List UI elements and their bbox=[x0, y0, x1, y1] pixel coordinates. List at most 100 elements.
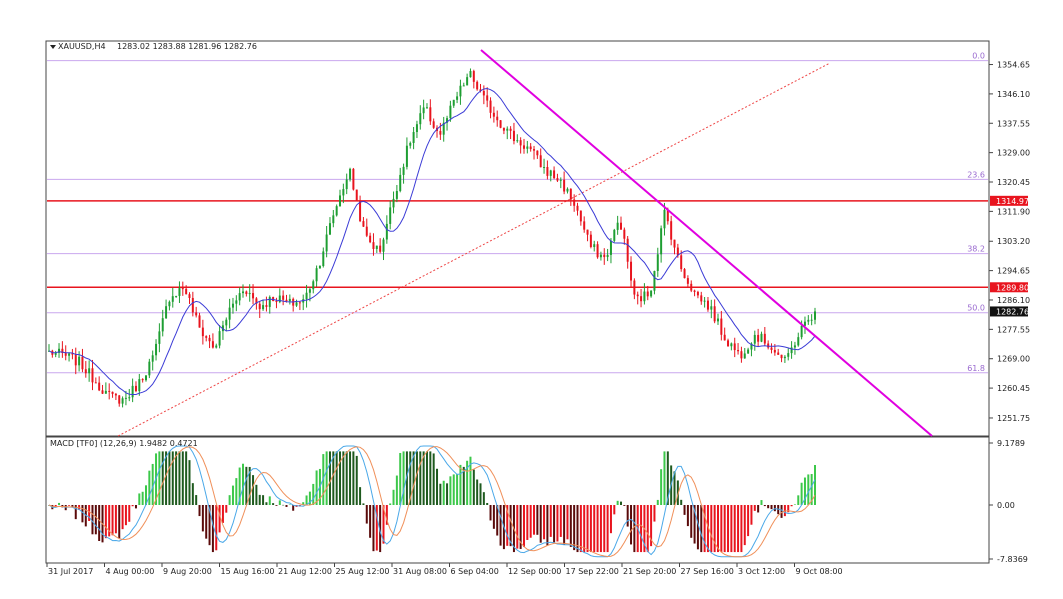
candle-body bbox=[660, 228, 663, 255]
candle-body bbox=[757, 334, 760, 342]
macd-histogram-bar bbox=[245, 466, 248, 505]
macd-histogram-bar bbox=[646, 505, 649, 553]
candle-body bbox=[566, 188, 569, 192]
candle-body bbox=[282, 295, 285, 300]
candle-body bbox=[181, 288, 184, 290]
candle-body bbox=[800, 325, 803, 338]
candle-body bbox=[339, 195, 342, 207]
candle-body bbox=[626, 238, 629, 262]
macd-histogram-bar bbox=[737, 505, 740, 553]
macd-histogram-bar bbox=[352, 451, 355, 505]
macd-histogram-bar bbox=[118, 505, 121, 539]
macd-histogram-bar bbox=[399, 452, 402, 505]
candle-body bbox=[569, 188, 572, 200]
macd-histogram-bar bbox=[138, 493, 141, 505]
candle-body bbox=[84, 369, 87, 374]
candle-body bbox=[332, 215, 335, 224]
macd-histogram-bar bbox=[195, 495, 198, 505]
macd-histogram-bar bbox=[763, 505, 766, 507]
macd-histogram-bar bbox=[499, 505, 502, 546]
candle-body bbox=[686, 278, 689, 284]
macd-histogram-bar bbox=[312, 483, 315, 505]
candle-body bbox=[165, 306, 168, 319]
candle-body bbox=[432, 121, 435, 128]
candle-body bbox=[593, 244, 596, 248]
candle-body bbox=[91, 368, 94, 383]
candle-body bbox=[553, 170, 556, 179]
candle-body bbox=[211, 341, 214, 348]
macd-histogram-bar bbox=[716, 505, 719, 553]
macd-histogram-bar bbox=[265, 502, 268, 505]
candle-body bbox=[392, 198, 395, 208]
candle-body bbox=[482, 90, 485, 96]
candle-body bbox=[586, 229, 589, 235]
macd-histogram-bar bbox=[686, 505, 689, 527]
candle-body bbox=[449, 105, 452, 119]
candle-body bbox=[365, 226, 368, 236]
macd-histogram-bar bbox=[231, 485, 234, 505]
candle-body bbox=[576, 205, 579, 211]
time-tick-label: 12 Sep 00:00 bbox=[508, 567, 561, 576]
candle-body bbox=[88, 368, 91, 374]
macd-histogram-bar bbox=[275, 505, 278, 506]
fib-level-label: 23.6 bbox=[967, 170, 985, 179]
candle-body bbox=[195, 312, 198, 316]
candle-body bbox=[700, 295, 703, 302]
macd-histogram-bar bbox=[185, 451, 188, 505]
candle-body bbox=[533, 149, 536, 151]
candle-body bbox=[459, 85, 462, 97]
candle-body bbox=[810, 319, 813, 321]
candle-body bbox=[573, 199, 576, 206]
macd-histogram-bar bbox=[586, 505, 589, 553]
candle-body bbox=[64, 353, 67, 356]
candle-body bbox=[111, 391, 114, 394]
macd-histogram-bar bbox=[616, 500, 619, 505]
candle-body bbox=[476, 81, 479, 90]
macd-histogram-bar bbox=[175, 451, 178, 505]
candle-body bbox=[325, 234, 328, 252]
candle-body bbox=[215, 345, 218, 348]
price-tick-label: 1277.55 bbox=[997, 325, 1030, 334]
macd-histogram-bar bbox=[526, 505, 529, 540]
candle-body bbox=[312, 281, 315, 290]
candle-body bbox=[656, 254, 659, 271]
candle-body bbox=[228, 307, 231, 320]
macd-histogram-bar bbox=[392, 489, 395, 505]
macd-histogram-bar bbox=[359, 487, 362, 505]
macd-histogram-bar bbox=[593, 505, 596, 553]
macd-histogram-bar bbox=[242, 463, 245, 505]
candle-body bbox=[710, 306, 713, 310]
candle-body bbox=[630, 261, 633, 281]
candle-body bbox=[603, 254, 606, 258]
macd-histogram-bar bbox=[168, 451, 171, 505]
macd-histogram-bar bbox=[546, 505, 549, 546]
macd-histogram-bar bbox=[770, 505, 773, 510]
candle-body bbox=[322, 251, 325, 267]
candle-body bbox=[74, 354, 77, 366]
price-tick-label: 1260.45 bbox=[997, 384, 1030, 393]
candle-body bbox=[68, 353, 71, 356]
price-tag-label: 1282.76 bbox=[996, 307, 1029, 316]
macd-histogram-bar bbox=[522, 505, 525, 548]
candle-body bbox=[425, 107, 428, 109]
macd-histogram-bar bbox=[747, 505, 750, 537]
candle-body bbox=[94, 382, 97, 384]
macd-histogram-bar bbox=[158, 451, 161, 505]
candle-body bbox=[670, 221, 673, 240]
time-tick-label: 4 Aug 00:00 bbox=[106, 567, 155, 576]
macd-histogram-bar bbox=[569, 505, 572, 547]
candle-body bbox=[703, 300, 706, 302]
time-tick-label: 27 Sep 16:00 bbox=[681, 567, 734, 576]
price-panel-frame bbox=[45, 40, 990, 437]
macd-histogram-bar bbox=[613, 505, 616, 515]
macd-histogram-bar bbox=[268, 496, 271, 505]
candle-body bbox=[462, 85, 465, 87]
symbol-label: XAUUSD,H4 bbox=[58, 42, 106, 51]
candle-body bbox=[262, 305, 265, 310]
candle-body bbox=[529, 146, 532, 150]
candle-body bbox=[399, 174, 402, 192]
macd-histogram-bar bbox=[573, 505, 576, 551]
macd-histogram-bar bbox=[492, 505, 495, 529]
candle-body bbox=[372, 242, 375, 249]
macd-histogram-bar bbox=[282, 504, 285, 506]
